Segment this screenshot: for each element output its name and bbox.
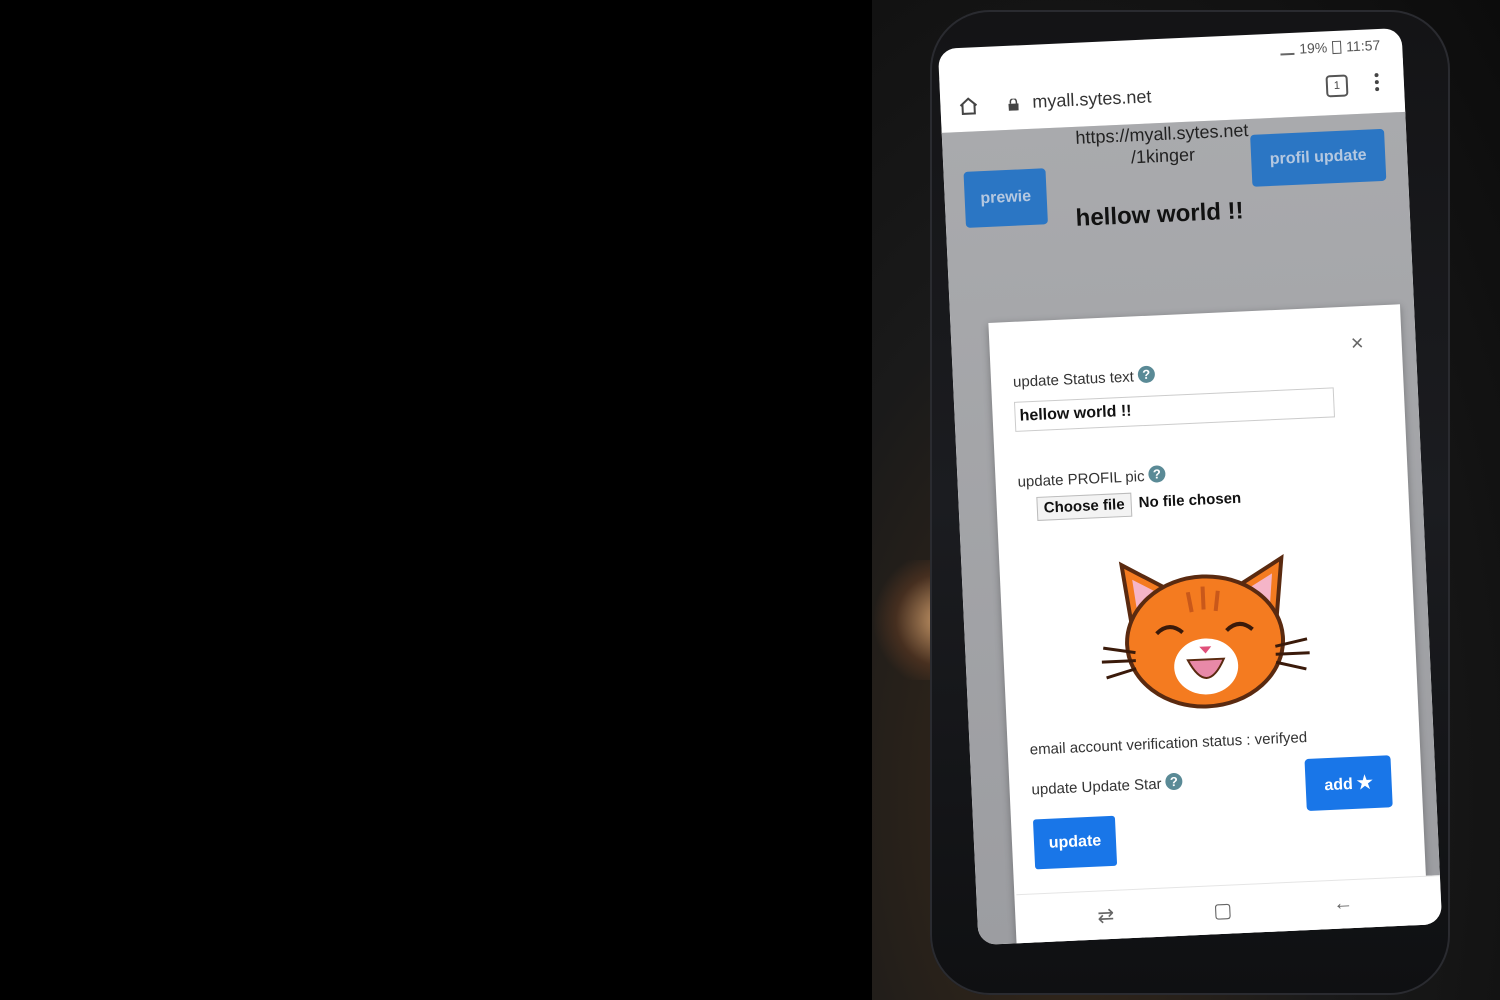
add-star-button-label: add bbox=[1324, 775, 1354, 794]
profile-pic-label: update PROFIL pic? bbox=[1017, 465, 1166, 491]
prewie-button[interactable]: prewie bbox=[963, 168, 1048, 228]
help-icon[interactable]: ? bbox=[1148, 465, 1166, 483]
choose-file-button[interactable]: Choose file bbox=[1036, 492, 1133, 521]
verification-status-text: email account verification status : veri… bbox=[1029, 728, 1308, 759]
status-text-label-text: update Status text bbox=[1012, 368, 1135, 391]
back-arrow-icon[interactable]: ← bbox=[1333, 892, 1354, 916]
wifi-signal-icon bbox=[1279, 42, 1295, 56]
close-icon[interactable]: × bbox=[1350, 330, 1364, 357]
update-profile-modal: × update Status text? update PROFIL pic?… bbox=[988, 304, 1429, 946]
star-icon: ★ bbox=[1356, 771, 1374, 793]
battery-icon bbox=[1331, 40, 1342, 54]
url-text[interactable]: myall.sytes.net bbox=[1032, 86, 1152, 112]
update-star-label-text: update Update Star bbox=[1031, 775, 1162, 799]
page-url-path: https://myall.sytes.net /1kinger bbox=[1052, 118, 1274, 172]
tabs-icon[interactable]: 1 bbox=[1325, 74, 1349, 98]
phone-screen: 19% 11:57 myall.sytes.net 1 https://myal… bbox=[937, 27, 1443, 946]
profile-pic-label-text: update PROFIL pic bbox=[1017, 468, 1145, 491]
status-text-label: update Status text? bbox=[1012, 365, 1156, 391]
lock-icon bbox=[1008, 98, 1019, 111]
update-button[interactable]: update bbox=[1032, 815, 1118, 870]
help-icon[interactable]: ? bbox=[1165, 772, 1183, 791]
help-icon[interactable]: ? bbox=[1137, 365, 1156, 384]
recents-icon[interactable]: ⇄ bbox=[1097, 903, 1115, 929]
add-star-button[interactable]: add ★ bbox=[1304, 755, 1393, 812]
file-status-text: No file chosen bbox=[1138, 489, 1242, 512]
cat-avatar-image bbox=[1101, 554, 1310, 709]
page-status-text: hellow world !! bbox=[1075, 197, 1245, 232]
status-text-input[interactable] bbox=[1013, 387, 1336, 432]
page-content: https://myall.sytes.net /1kinger prewie … bbox=[941, 111, 1443, 946]
home-square-icon[interactable]: ▢ bbox=[1213, 898, 1233, 924]
clock: 11:57 bbox=[1345, 36, 1381, 55]
update-star-label: update Update Star? bbox=[1031, 772, 1183, 799]
profil-update-button[interactable]: profil update bbox=[1250, 128, 1387, 187]
battery-percent: 19% bbox=[1298, 39, 1328, 57]
home-icon[interactable] bbox=[958, 95, 979, 116]
menu-icon[interactable] bbox=[1373, 71, 1380, 93]
